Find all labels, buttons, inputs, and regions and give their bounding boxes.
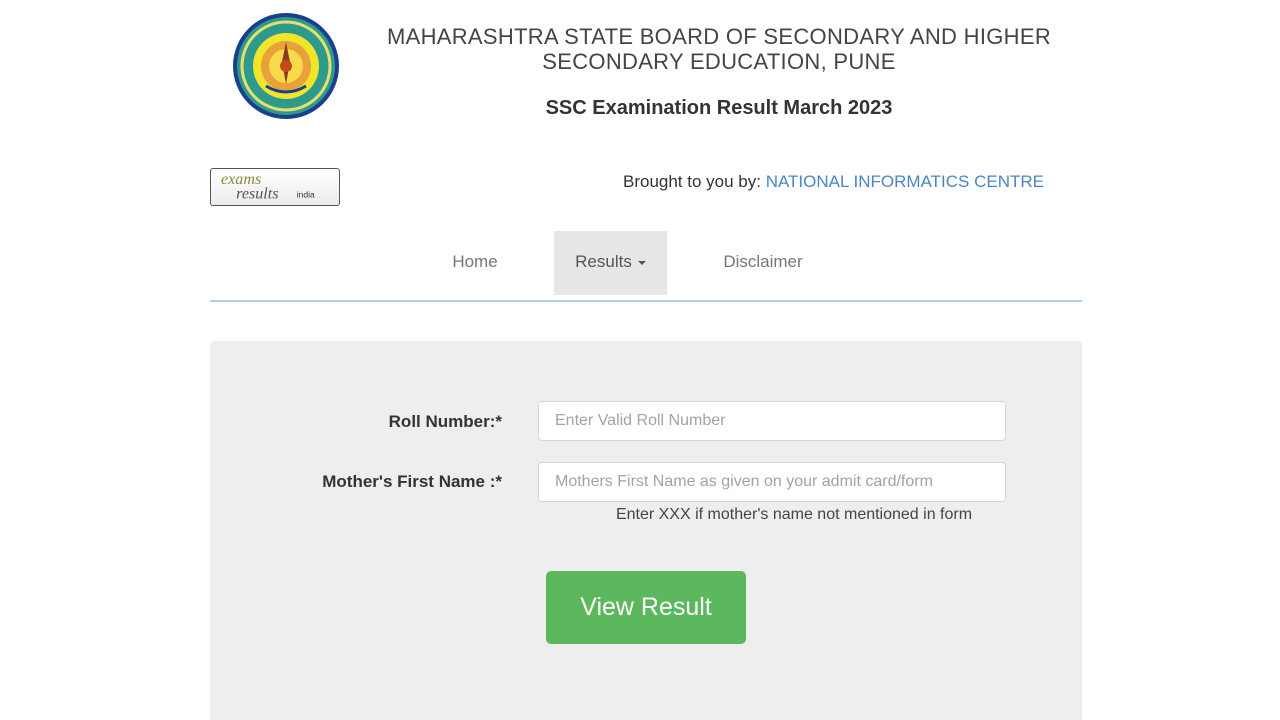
exams-logo-text-small: india bbox=[297, 189, 315, 199]
board-title: MAHARASHTRA STATE BOARD OF SECONDARY AND… bbox=[360, 24, 1078, 74]
nav-disclaimer[interactable]: Disclaimer bbox=[710, 231, 816, 295]
nic-link[interactable]: NATIONAL INFORMATICS CENTRE bbox=[766, 172, 1044, 191]
mother-name-input[interactable] bbox=[538, 462, 1006, 502]
mother-name-help-text: Enter XXX if mother's name not mentioned… bbox=[615, 506, 973, 523]
nav-results-dropdown[interactable]: Results bbox=[554, 231, 667, 295]
main-nav: Home Results Disclaimer bbox=[210, 231, 1082, 295]
view-result-button[interactable]: View Result bbox=[546, 571, 746, 644]
nav-divider bbox=[210, 300, 1082, 302]
roll-number-label: Roll Number:* bbox=[388, 412, 502, 431]
mother-name-label: Mother's First Name :* bbox=[322, 472, 502, 491]
brought-by-text: Brought to you by: NATIONAL INFORMATICS … bbox=[610, 172, 1044, 192]
nav-home[interactable]: Home bbox=[436, 231, 514, 295]
examsresults-india-logo[interactable]: exams results india bbox=[210, 168, 340, 206]
exam-title: SSC Examination Result March 2023 bbox=[545, 97, 893, 119]
exams-logo-text-bottom: results bbox=[236, 185, 278, 202]
brought-by-label: Brought to you by: bbox=[622, 172, 766, 191]
roll-number-input[interactable] bbox=[538, 401, 1006, 441]
main-container: MAHARASHTRA STATE BOARD OF SECONDARY AND… bbox=[210, 0, 1082, 720]
page: MAHARASHTRA STATE BOARD OF SECONDARY AND… bbox=[0, 0, 1280, 720]
board-seal-logo bbox=[233, 13, 339, 119]
board-title-line-1: MAHARASHTRA STATE BOARD OF SECONDARY AND… bbox=[386, 24, 1052, 49]
nav-results-label: Results bbox=[575, 252, 632, 271]
result-form-panel: Roll Number:* Mother's First Name :* Ent… bbox=[210, 341, 1082, 720]
board-title-line-2: SECONDARY EDUCATION, PUNE bbox=[542, 49, 896, 74]
caret-down-icon bbox=[637, 260, 646, 265]
